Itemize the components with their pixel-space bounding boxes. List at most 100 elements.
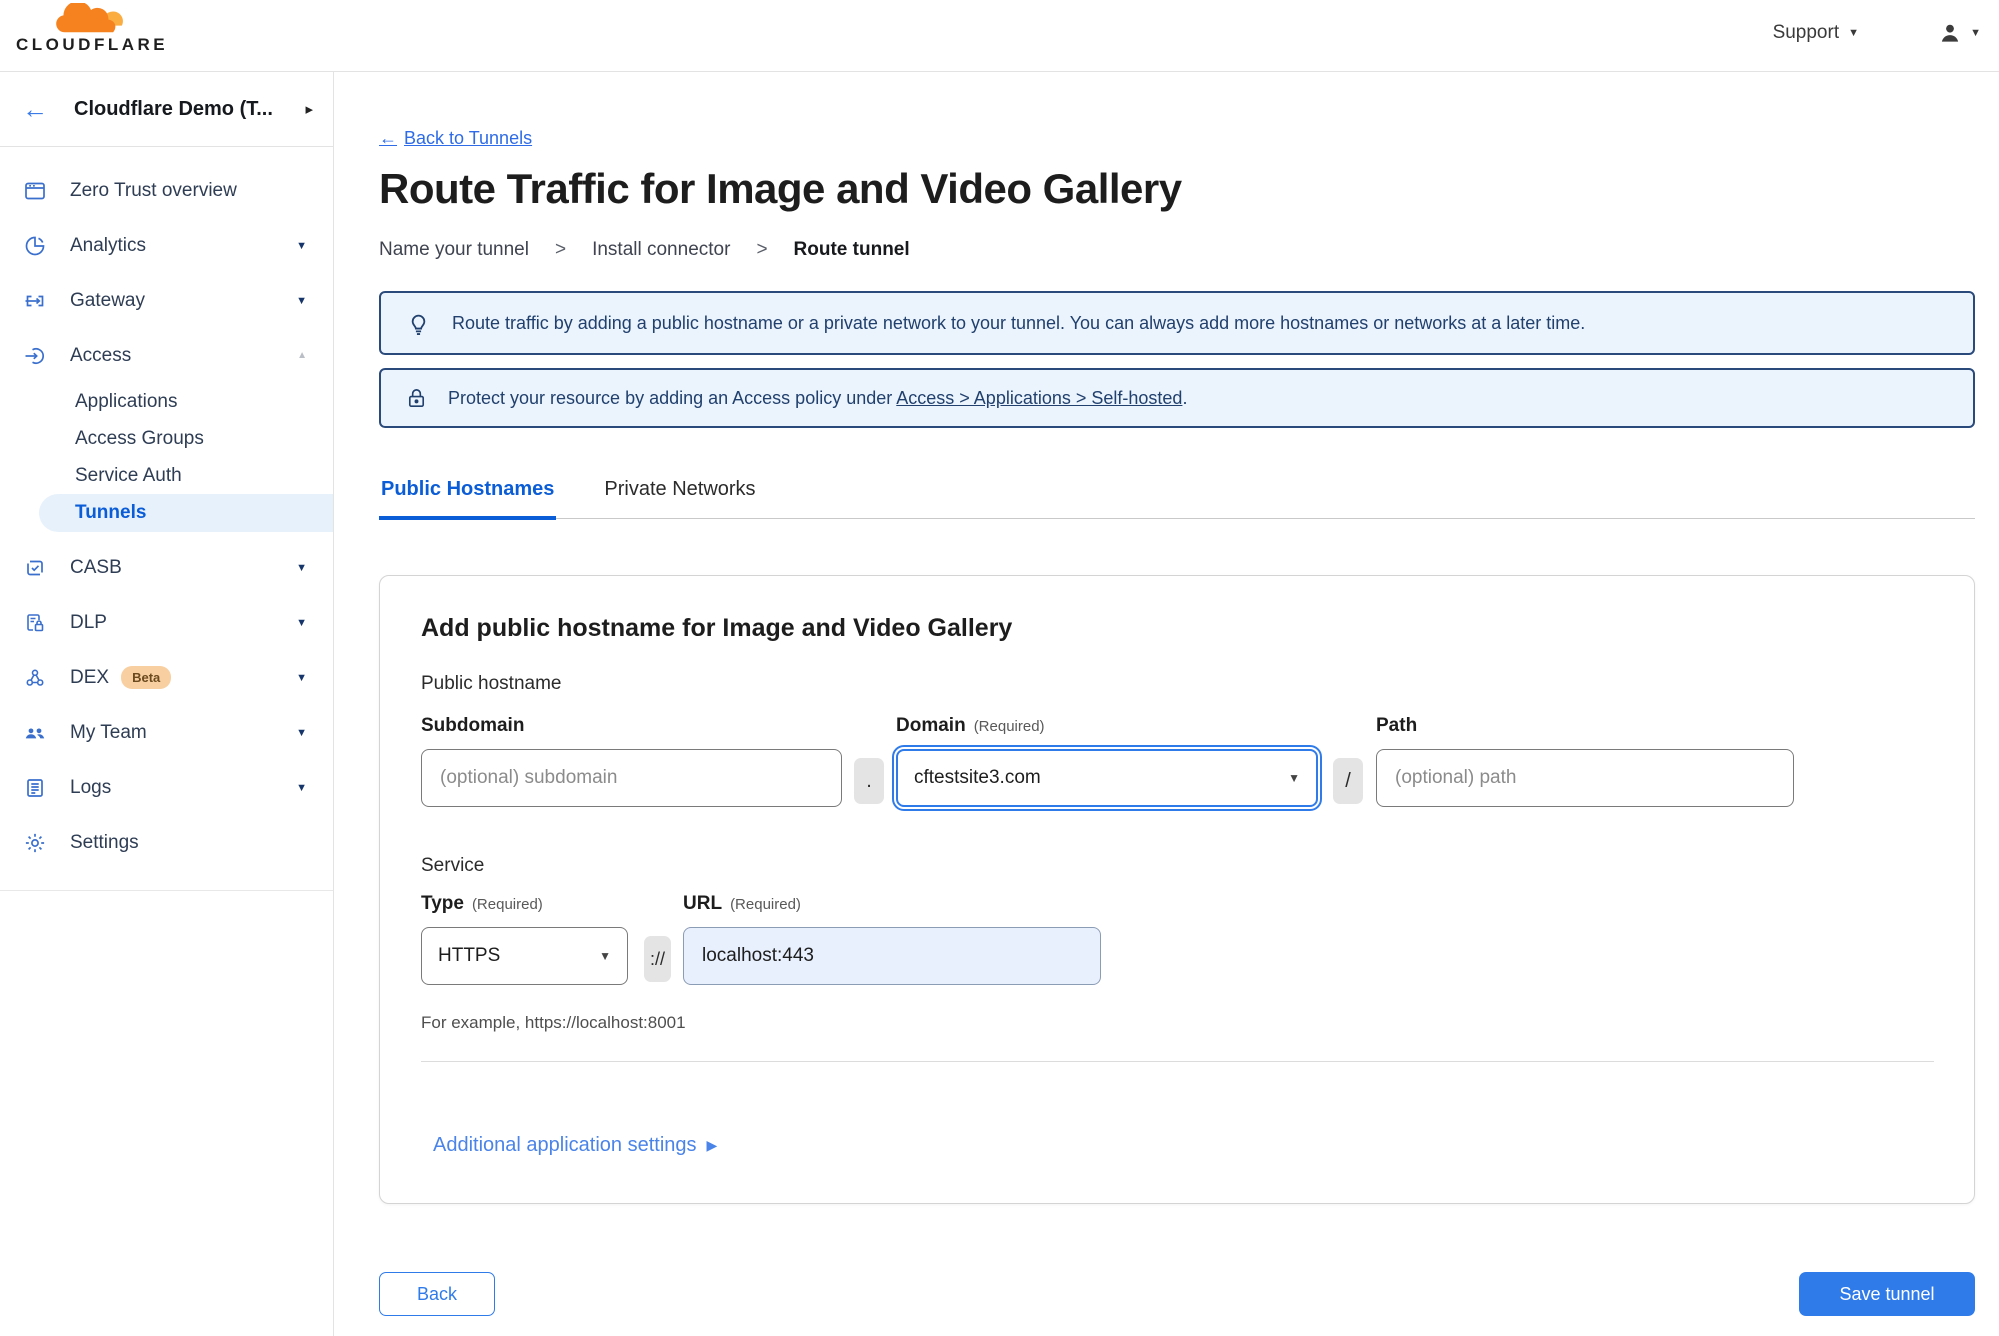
back-to-tunnels-link[interactable]: ← Back to Tunnels [379, 128, 532, 149]
support-menu[interactable]: Support ▼ [1773, 22, 1859, 44]
top-bar: CLOUDFLARE Support ▼ ▼ [0, 0, 1999, 72]
sidebar-item-casb[interactable]: CASB ▼ [0, 540, 333, 595]
sidebar-item-analytics[interactable]: Analytics ▼ [0, 218, 333, 273]
chevron-down-icon: ▼ [296, 726, 307, 739]
access-applications-self-hosted-link[interactable]: Access > Applications > Self-hosted [896, 388, 1182, 408]
sidebar-item-logs[interactable]: Logs ▼ [0, 760, 333, 815]
service-type-value: HTTPS [438, 945, 501, 966]
lightbulb-icon [405, 310, 432, 337]
back-arrow-icon: ← [379, 128, 397, 148]
domain-select[interactable]: cftestsite3.com ▼ [892, 745, 1322, 811]
additional-settings-link[interactable]: Additional application settings ▶ [433, 1134, 717, 1157]
hostname-form-card: Add public hostname for Image and Video … [379, 575, 1975, 1204]
sidebar-item-dex[interactable]: DEX Beta ▼ [0, 650, 333, 705]
sidebar-item-my-team[interactable]: My Team ▼ [0, 705, 333, 760]
url-label: URL (Required) [683, 893, 1101, 915]
sidebar: ← Cloudflare Demo (T... ▸ Zero Trust ove… [0, 72, 334, 1336]
chevron-up-icon: ▲ [297, 350, 307, 361]
analytics-icon [22, 233, 48, 259]
tab-bar: Public Hostnames Private Networks [379, 478, 1975, 520]
sidebar-item-label: My Team [70, 721, 147, 743]
sidebar-item-service-auth[interactable]: Service Auth [0, 457, 333, 494]
url-input[interactable] [683, 927, 1101, 985]
sidebar-item-access-groups[interactable]: Access Groups [0, 420, 333, 457]
path-label: Path [1376, 715, 1418, 736]
required-note: (Required) [973, 718, 1045, 735]
dex-icon [22, 665, 48, 691]
sidebar-item-label: Zero Trust overview [70, 179, 237, 201]
tab-private-networks[interactable]: Private Networks [602, 478, 757, 520]
dlp-icon [22, 610, 48, 636]
chevron-right-icon[interactable]: ▸ [305, 100, 313, 118]
beta-badge: Beta [121, 666, 172, 689]
sidebar-item-zero-trust-overview[interactable]: Zero Trust overview [0, 163, 333, 218]
hostname-field-row: Subdomain . Domain (Required) cftestsite3… [421, 715, 1934, 811]
banner-text: Protect your resource by adding an Acces… [448, 388, 1187, 409]
type-label-text: Type [421, 893, 464, 914]
lock-icon [405, 387, 428, 410]
save-tunnel-button[interactable]: Save tunnel [1799, 1272, 1975, 1316]
card-heading: Add public hostname for Image and Video … [421, 614, 1013, 642]
step-name-your-tunnel[interactable]: Name your tunnel [379, 239, 529, 261]
sidebar-item-access[interactable]: Access ▲ [0, 328, 333, 383]
sidebar-item-label: DEX [70, 666, 110, 688]
gear-icon [22, 830, 48, 856]
sidebar-item-label: Settings [70, 831, 139, 853]
chevron-down-icon: ▼ [296, 239, 307, 252]
sidebar-item-label: Access Groups [75, 427, 204, 449]
additional-settings-label: Additional application settings [433, 1134, 697, 1156]
type-label: Type (Required) [421, 893, 628, 915]
back-link-label: Back to Tunnels [404, 128, 533, 148]
access-icon [22, 343, 48, 369]
support-label: Support [1772, 22, 1840, 43]
back-arrow-icon[interactable]: ← [22, 96, 48, 122]
slash-separator: / [1333, 758, 1363, 804]
chevron-down-icon: ▼ [1970, 27, 1981, 39]
required-note: (Required) [730, 896, 801, 913]
chevron-down-icon: ▼ [296, 671, 307, 684]
domain-label-text: Domain [896, 715, 966, 736]
user-menu[interactable]: ▼ [1937, 20, 1981, 46]
page-title: Route Traffic for Image and Video Galler… [379, 165, 1182, 212]
back-button[interactable]: Back [379, 1272, 495, 1316]
sidebar-item-tunnels[interactable]: Tunnels [39, 494, 333, 532]
sidebar-item-label: Applications [75, 390, 178, 412]
sidebar-item-dlp[interactable]: DLP ▼ [0, 595, 333, 650]
subdomain-input[interactable] [421, 749, 842, 807]
dot-separator: . [854, 758, 884, 804]
subdomain-field: Subdomain [421, 715, 842, 807]
domain-select-value: cftestsite3.com [914, 767, 1041, 788]
path-field: Path [1376, 715, 1794, 807]
sidebar-item-applications[interactable]: Applications [0, 383, 333, 420]
sidebar-item-label: Tunnels [75, 502, 147, 523]
chevron-down-icon: ▼ [296, 294, 307, 307]
sidebar-item-label: Gateway [70, 289, 145, 311]
chevron-down-icon: ▼ [296, 561, 307, 574]
scheme-separator: :// [644, 936, 671, 982]
url-field: URL (Required) [683, 893, 1101, 985]
required-note: (Required) [471, 896, 543, 913]
account-name[interactable]: Cloudflare Demo (T... [74, 98, 305, 121]
banner-text: Route traffic by adding a public hostnam… [452, 312, 1586, 333]
step-route-tunnel: Route tunnel [793, 239, 910, 260]
cloudflare-logo: CLOUDFLARE [16, 3, 165, 55]
sidebar-account-header: ← Cloudflare Demo (T... ▸ [0, 72, 333, 147]
domain-label: Domain (Required) [896, 715, 1318, 737]
sidebar-item-gateway[interactable]: Gateway ▼ [0, 273, 333, 328]
path-input[interactable] [1376, 749, 1794, 807]
service-type-select[interactable]: HTTPS ▼ [421, 927, 628, 985]
logs-icon [22, 775, 48, 801]
domain-field: Domain (Required) cftestsite3.com ▼ [892, 715, 1322, 811]
sidebar-item-label: Analytics [70, 234, 147, 256]
info-banner-access-policy: Protect your resource by adding an Acces… [379, 368, 1975, 428]
sidebar-item-label: DLP [70, 611, 107, 633]
sidebar-item-label: CASB [70, 556, 122, 578]
sidebar-item-settings[interactable]: Settings [0, 815, 333, 870]
casb-icon [22, 555, 48, 581]
tab-public-hostnames[interactable]: Public Hostnames [379, 478, 557, 520]
subdomain-label: Subdomain [421, 715, 525, 736]
chevron-down-icon: ▼ [599, 949, 611, 963]
banner-text-suffix: . [1182, 387, 1188, 408]
step-separator: > [756, 239, 768, 260]
step-install-connector[interactable]: Install connector [592, 239, 730, 261]
